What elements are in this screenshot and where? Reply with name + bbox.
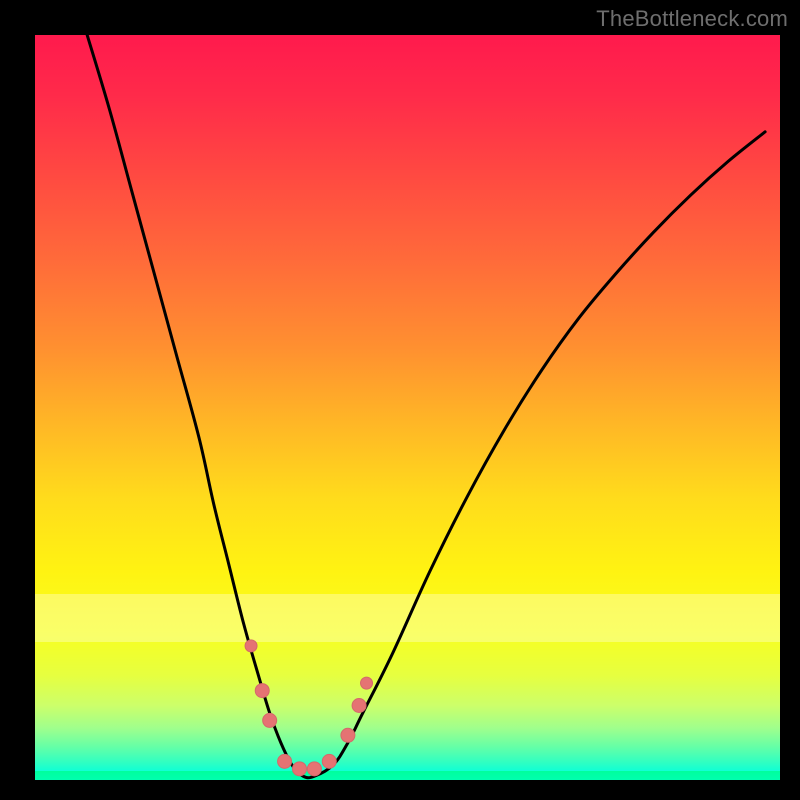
curve-marker [278, 754, 292, 768]
bottleneck-curve-path [87, 35, 765, 778]
curve-marker [352, 699, 366, 713]
curve-marker [307, 762, 321, 776]
curve-marker [322, 754, 336, 768]
chart-frame: TheBottleneck.com [0, 0, 800, 800]
curve-marker [255, 684, 269, 698]
curve-marker [292, 762, 306, 776]
bottleneck-curve [87, 35, 765, 778]
curve-marker [361, 677, 373, 689]
curve-markers [245, 640, 372, 776]
watermark-text: TheBottleneck.com [596, 6, 788, 32]
plot-area [35, 35, 780, 780]
curve-marker [341, 728, 355, 742]
curve-layer [35, 35, 780, 780]
curve-marker [245, 640, 257, 652]
curve-marker [263, 713, 277, 727]
